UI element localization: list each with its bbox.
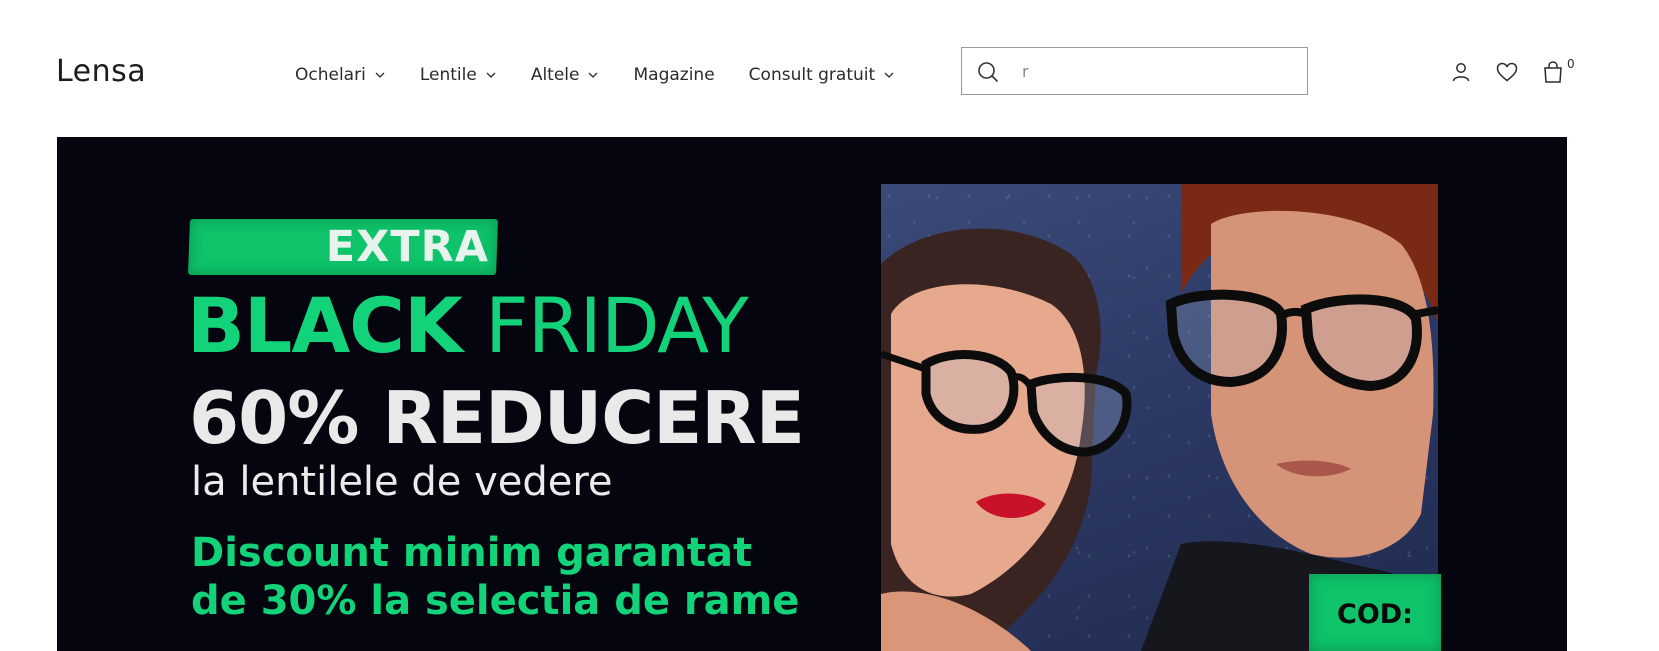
cart-button[interactable]: 0 <box>1540 57 1575 85</box>
logo[interactable]: Lensa <box>56 50 146 94</box>
wishlist-button[interactable] <box>1494 59 1520 85</box>
search-icon[interactable] <box>976 60 1000 84</box>
main-nav: Ochelari Lentile Altele Magazine Consult… <box>295 60 929 90</box>
discount-headline: 60% REDUCERE <box>189 376 805 460</box>
search-box[interactable] <box>961 47 1308 95</box>
nav-label: Lentile <box>419 65 477 85</box>
user-icon <box>1452 63 1470 82</box>
cart-count-badge: 0 <box>1567 57 1575 71</box>
nav-label: Magazine <box>633 65 715 85</box>
chevron-down-icon <box>589 72 598 78</box>
nav-label: Ochelari <box>295 65 366 85</box>
chevron-down-icon <box>486 72 496 78</box>
chevron-down-icon <box>375 72 385 78</box>
frame-discount-text: Discount minim garantat de 30% la select… <box>191 529 799 625</box>
header-actions: 0 <box>1448 57 1586 87</box>
logo-tail: a <box>127 54 147 89</box>
nav-item-magazine[interactable]: Magazine <box>633 65 714 85</box>
discount-line-2: de 30% la selectia de rame <box>191 578 800 624</box>
extra-label: EXTRA <box>325 222 489 272</box>
heart-icon <box>1496 62 1518 82</box>
nav-item-consult-gratuit[interactable]: Consult gratuit <box>749 65 896 85</box>
nav-item-ochelari[interactable]: Ochelari <box>295 65 386 85</box>
black-friday-title: BLACK FRIDAY <box>187 281 749 370</box>
nav-item-altele[interactable]: Altele <box>531 65 600 85</box>
friday-text: FRIDAY <box>485 281 749 370</box>
chevron-down-icon <box>884 72 894 78</box>
site-header: Lensa Ochelari Lentile Altele Magazine C… <box>0 0 1659 136</box>
black-text: BLACK <box>187 281 463 370</box>
shopping-bag-icon <box>1544 61 1562 83</box>
discount-subline: la lentilele de vedere <box>191 459 613 505</box>
account-button[interactable] <box>1448 59 1474 85</box>
nav-label: Consult gratuit <box>748 65 876 85</box>
promo-code-label: COD: <box>1337 599 1413 630</box>
hero-banner[interactable]: EXTRA BLACK FRIDAY 60% REDUCERE la lenti… <box>57 137 1567 651</box>
discount-line-1: Discount minim garantat <box>191 530 753 576</box>
nav-label: Altele <box>530 65 580 85</box>
woman-figure <box>881 228 1132 651</box>
nav-item-lentile[interactable]: Lentile <box>420 65 497 85</box>
logo-text: Lens <box>56 54 128 89</box>
search-input[interactable] <box>1022 56 1292 86</box>
